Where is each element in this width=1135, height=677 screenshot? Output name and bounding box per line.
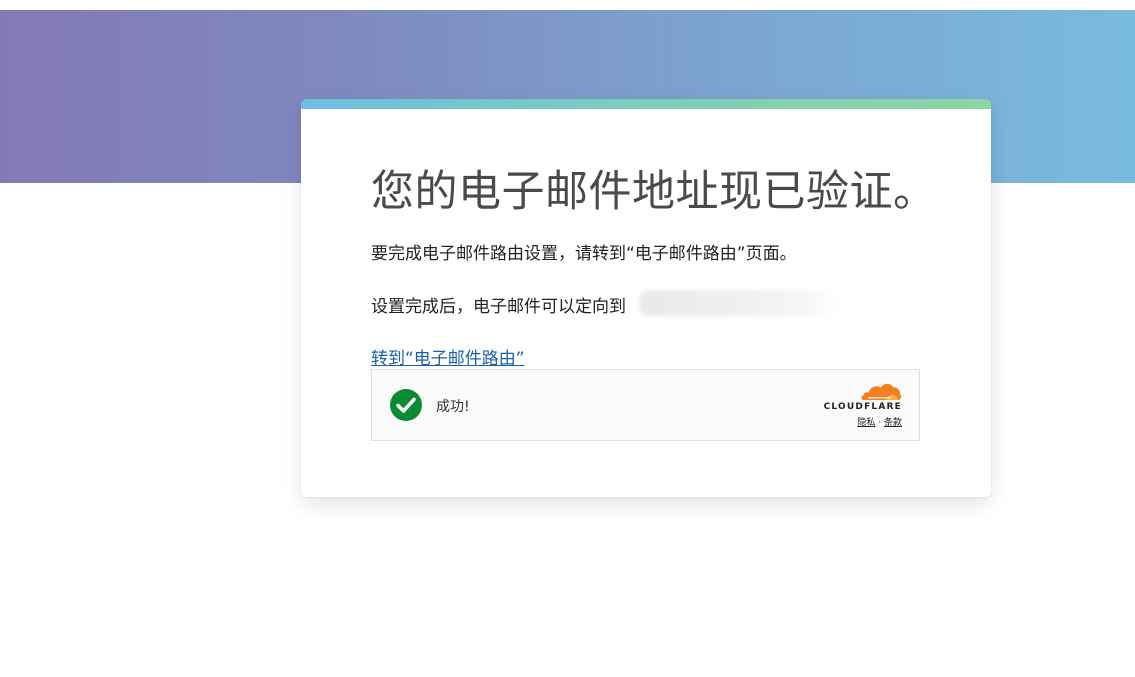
checkmark-circle-icon bbox=[390, 389, 422, 421]
success-status-text: 成功! bbox=[436, 399, 470, 415]
email-routing-link[interactable]: 转到“电子邮件路由” bbox=[371, 344, 525, 369]
redacted-email-address bbox=[639, 290, 839, 316]
turnstile-widget: 成功! CLOUDFLARE 隐私 · 条款 bbox=[371, 369, 920, 441]
verification-card: 您的电子邮件地址现已验证。 要完成电子邮件路由设置，请转到“电子邮件路由”页面。… bbox=[301, 99, 991, 497]
card-accent-bar bbox=[301, 99, 991, 109]
page-title: 您的电子邮件地址现已验证。 bbox=[371, 167, 937, 217]
turnstile-footer-links: 隐私 · 条款 bbox=[857, 415, 902, 428]
privacy-link[interactable]: 隐私 bbox=[857, 418, 875, 428]
cloudflare-logo: CLOUDFLARE bbox=[820, 381, 902, 413]
link-separator: · bbox=[878, 418, 882, 428]
cloudflare-cloud-icon bbox=[861, 383, 902, 400]
terms-link[interactable]: 条款 bbox=[884, 418, 902, 428]
page: 您的电子邮件地址现已验证。 要完成电子邮件路由设置，请转到“电子邮件路由”页面。… bbox=[0, 0, 1135, 677]
forward-text: 设置完成后，电子邮件可以定向到 bbox=[371, 297, 626, 317]
cloudflare-wordmark: CLOUDFLARE bbox=[823, 402, 902, 412]
instruction-text: 要完成电子邮件路由设置，请转到“电子邮件路由”页面。 bbox=[371, 244, 797, 264]
